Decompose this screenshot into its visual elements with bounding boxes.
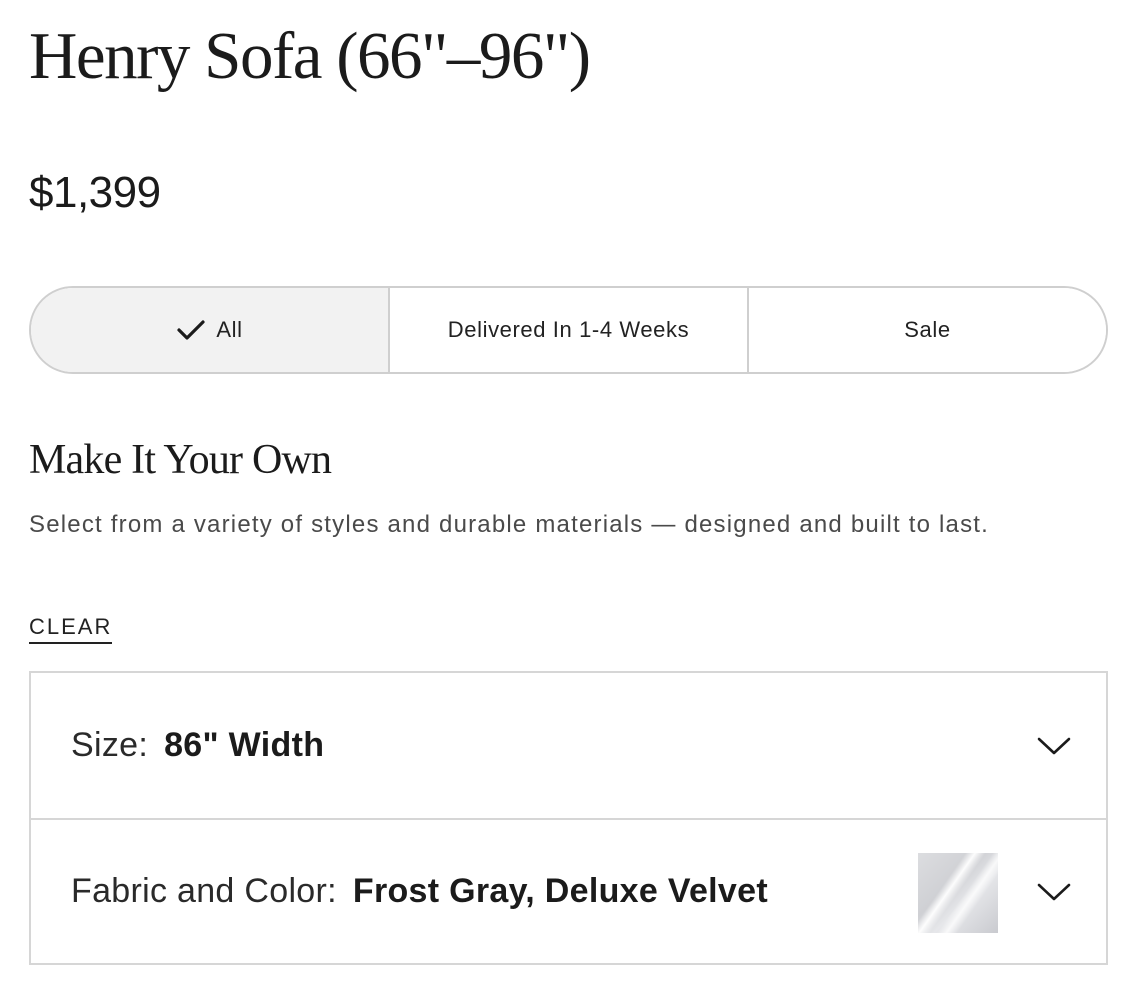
fabric-color-option[interactable]: Fabric and Color: Frost Gray, Deluxe Vel… — [31, 818, 1106, 963]
fabric-color-option-value: Frost Gray, Deluxe Velvet — [352, 872, 768, 910]
filter-all-label: All — [216, 317, 243, 342]
chevron-down-icon[interactable] — [1036, 735, 1072, 757]
filter-sale-label: Sale — [904, 317, 951, 342]
product-title: Henry Sofa (66"–96") — [29, 19, 591, 93]
check-icon — [176, 318, 206, 342]
availability-filter: All Delivered In 1-4 Weeks Sale — [29, 286, 1108, 374]
product-page: Henry Sofa (66"–96") $1,399 All Delivere… — [0, 0, 1134, 994]
chevron-down-icon[interactable] — [1036, 881, 1072, 903]
size-option-label: Size: — [71, 726, 149, 764]
filter-delivered-label: Delivered In 1-4 Weeks — [447, 317, 690, 342]
filter-all[interactable]: All — [31, 288, 388, 372]
clear-button[interactable]: CLEAR — [29, 614, 113, 644]
customize-heading: Make It Your Own — [29, 437, 332, 483]
product-price: $1,399 — [29, 168, 161, 217]
filter-delivered-1-4-weeks[interactable]: Delivered In 1-4 Weeks — [388, 288, 747, 372]
customize-description: Select from a variety of styles and dura… — [29, 511, 990, 538]
fabric-swatch — [918, 853, 998, 933]
options-accordion: Size: 86" Width Fabric and Color: Frost … — [29, 671, 1108, 965]
filter-sale[interactable]: Sale — [747, 288, 1106, 372]
size-option[interactable]: Size: 86" Width — [31, 673, 1106, 818]
fabric-color-option-label: Fabric and Color: — [71, 872, 337, 910]
size-option-value: 86" Width — [164, 726, 325, 764]
